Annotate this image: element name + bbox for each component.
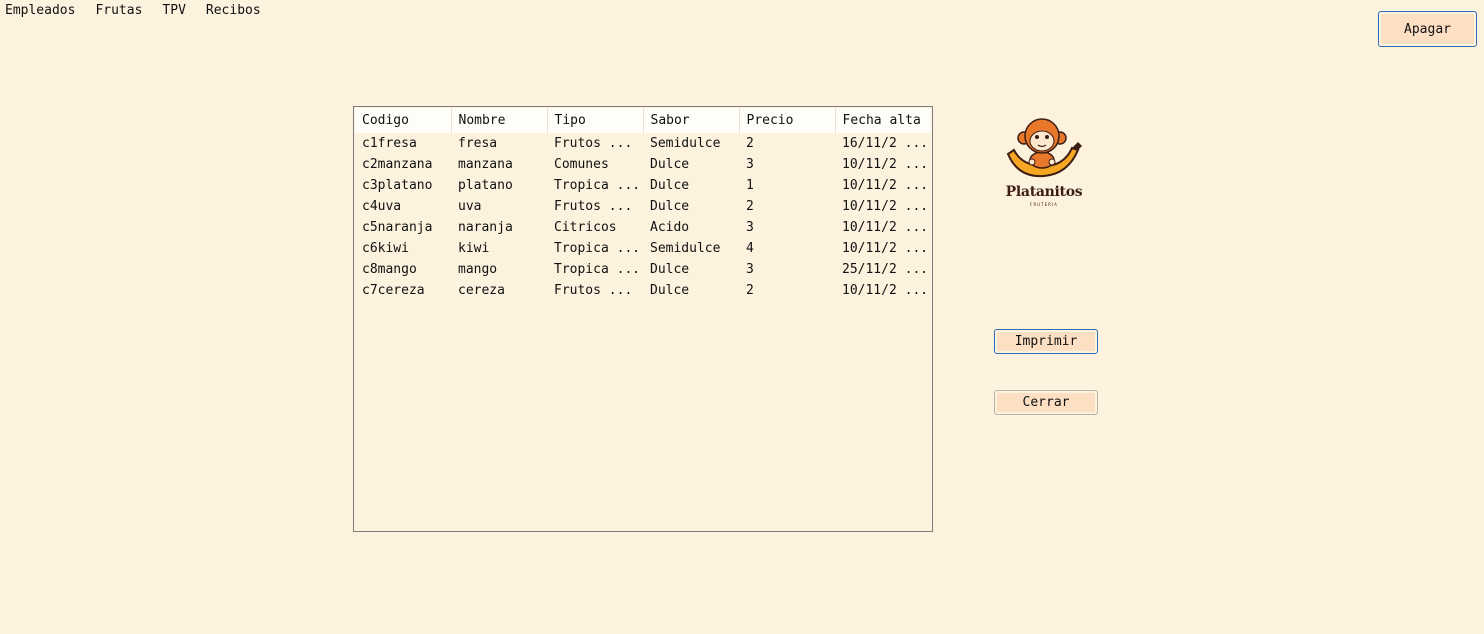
table-header-row: Codigo Nombre Tipo Sabor Precio Fecha al… [355, 108, 931, 133]
table-cell[interactable]: Comunes [547, 154, 643, 175]
apagar-button[interactable]: Apagar [1378, 11, 1477, 47]
table-cell[interactable]: Frutos ... [547, 280, 643, 301]
table-cell[interactable]: Frutos ... [547, 133, 643, 154]
table-cell[interactable]: Tropica ... [547, 259, 643, 280]
table-row[interactable]: c6kiwi kiwi Tropica ... Semidulce 4 10/11/2 .… [355, 238, 931, 259]
column-header-precio[interactable]: Precio [739, 108, 836, 133]
table-cell[interactable]: c8mango [355, 259, 451, 280]
column-header-fecha-alta[interactable]: Fecha alta [835, 108, 931, 133]
table-cell[interactable]: c7cereza [355, 280, 451, 301]
table-cell[interactable]: 1 [739, 175, 835, 196]
column-header-codigo[interactable]: Codigo [355, 108, 452, 133]
table-cell[interactable]: fresa [451, 133, 547, 154]
table-cell[interactable]: Citricos [547, 217, 643, 238]
table-row[interactable]: c5naranja naranja Citricos Acido 3 10/11/2 ..… [355, 217, 931, 238]
table-cell[interactable]: 4 [739, 238, 835, 259]
table-row[interactable]: c8mango mango Tropica ... Dulce 3 25/11/2 ... [355, 259, 931, 280]
menu-bar: Empleados Frutas TPV Recibos [0, 0, 281, 22]
table-cell[interactable]: kiwi [451, 238, 547, 259]
cerrar-button[interactable]: Cerrar [994, 390, 1098, 415]
table-cell[interactable]: Acido [643, 217, 739, 238]
table-cell[interactable]: 3 [739, 217, 835, 238]
table-cell[interactable]: Dulce [643, 259, 739, 280]
table-cell[interactable]: Frutos ... [547, 196, 643, 217]
table-row[interactable]: c7cereza cereza Frutos ... Dulce 2 10/11/2 ..… [355, 280, 931, 301]
table-cell[interactable]: manzana [451, 154, 547, 175]
table-cell[interactable]: c4uva [355, 196, 451, 217]
table-row[interactable]: c2manzana manzana Comunes Dulce 3 10/11/2 ... [355, 154, 931, 175]
column-header-nombre[interactable]: Nombre [451, 108, 548, 133]
table-cell[interactable]: platano [451, 175, 547, 196]
table-cell[interactable]: Dulce [643, 175, 739, 196]
table-cell[interactable]: 10/11/2 ... [835, 175, 931, 196]
monkey-banana-icon [1006, 118, 1082, 178]
table-cell[interactable]: naranja [451, 217, 547, 238]
table-cell[interactable]: Dulce [643, 196, 739, 217]
menu-recibos[interactable]: Recibos [206, 0, 261, 22]
table-cell[interactable]: 10/11/2 ... [835, 280, 931, 301]
table-cell[interactable]: 10/11/2 ... [835, 154, 931, 175]
fruits-table: Codigo Nombre Tipo Sabor Precio Fecha al… [355, 108, 931, 301]
table-row[interactable]: c1fresa fresa Frutos ... Semidulce 2 16/11/2 … [355, 133, 931, 154]
column-header-tipo[interactable]: Tipo [547, 108, 644, 133]
menu-tpv[interactable]: TPV [162, 0, 185, 22]
table-cell[interactable]: c2manzana [355, 154, 451, 175]
table-cell[interactable]: 10/11/2 ... [835, 217, 931, 238]
table-row[interactable]: c3platano platano Tropica ... Dulce 1 10/11/2… [355, 175, 931, 196]
logo-title: Platanitos [1005, 184, 1083, 200]
table-cell[interactable]: Tropica ... [547, 238, 643, 259]
menu-empleados[interactable]: Empleados [5, 0, 75, 22]
table-cell[interactable]: Semidulce [643, 133, 739, 154]
imprimir-button[interactable]: Imprimir [994, 329, 1098, 354]
table-cell[interactable]: 3 [739, 154, 835, 175]
table-cell[interactable]: Dulce [643, 154, 739, 175]
column-header-sabor[interactable]: Sabor [643, 108, 740, 133]
menu-frutas[interactable]: Frutas [95, 0, 142, 22]
table-cell[interactable]: c5naranja [355, 217, 451, 238]
table-row[interactable]: c4uva uva Frutos ... Dulce 2 10/11/2 ... [355, 196, 931, 217]
table-cell[interactable]: 2 [739, 196, 835, 217]
table-cell[interactable]: 25/11/2 ... [835, 259, 931, 280]
table-cell[interactable]: Dulce [643, 280, 739, 301]
logo-subtitle: FRUTERIA [1030, 202, 1058, 207]
table-cell[interactable]: 10/11/2 ... [835, 238, 931, 259]
table-cell[interactable]: cereza [451, 280, 547, 301]
table-cell[interactable]: 2 [739, 133, 835, 154]
fruits-table-panel[interactable]: Codigo Nombre Tipo Sabor Precio Fecha al… [353, 106, 933, 532]
table-cell[interactable]: 16/11/2 ... [835, 133, 931, 154]
table-cell[interactable]: mango [451, 259, 547, 280]
table-cell[interactable]: 10/11/2 ... [835, 196, 931, 217]
table-cell[interactable]: 3 [739, 259, 835, 280]
table-body: c1fresa fresa Frutos ... Semidulce 2 16/11/2 … [355, 133, 931, 301]
table-cell[interactable]: Semidulce [643, 238, 739, 259]
table-cell[interactable]: uva [451, 196, 547, 217]
table-cell[interactable]: Tropica ... [547, 175, 643, 196]
table-cell[interactable]: c1fresa [355, 133, 451, 154]
table-cell[interactable]: c6kiwi [355, 238, 451, 259]
table-cell[interactable]: 2 [739, 280, 835, 301]
table-cell[interactable]: c3platano [355, 175, 451, 196]
platanitos-logo: Platanitos FRUTERIA [998, 114, 1090, 214]
